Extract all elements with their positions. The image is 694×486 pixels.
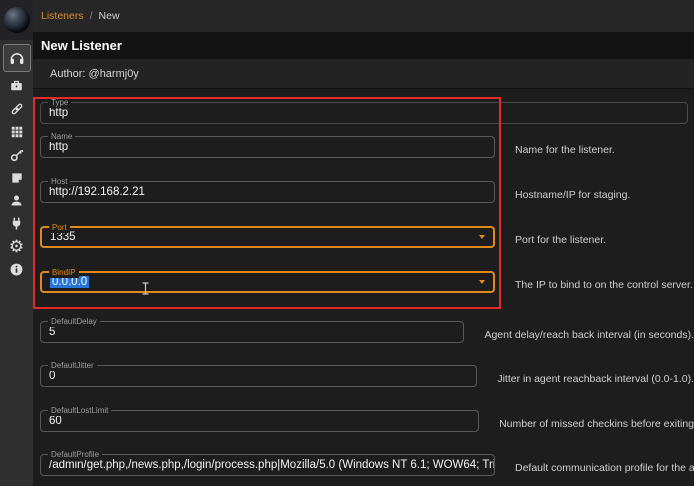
field-help-text: Name for the listener. xyxy=(515,135,615,180)
field-value: http xyxy=(41,137,494,157)
field-type[interactable]: Type http xyxy=(40,102,688,124)
sidebar-item-plugins[interactable] xyxy=(3,212,31,235)
field-bindip[interactable]: BindIP 0.0.0.0 xyxy=(40,271,495,293)
sidebar-item-reporting[interactable] xyxy=(3,166,31,189)
listener-form: Type http Name http Name for the listene… xyxy=(33,89,694,486)
field-help-text: Number of missed checkins before exiting xyxy=(499,409,694,453)
user-icon xyxy=(9,193,24,208)
field-label: Port xyxy=(49,223,70,233)
breadcrumb-current: New xyxy=(99,10,120,22)
field-help-text: Jitter in agent reachback interval (0.0-… xyxy=(497,364,694,409)
field-help-text: Agent delay/reach back interval (in seco… xyxy=(484,320,694,364)
headphones-icon xyxy=(8,49,26,67)
selected-text: 0.0.0.0 xyxy=(50,276,89,288)
gear-icon: ⚙ xyxy=(9,238,24,255)
field-label: Host xyxy=(48,177,70,187)
form-row: DefaultProfile /admin/get.php,/news.php,… xyxy=(40,453,694,486)
sidebar: ⚙ xyxy=(0,0,33,486)
sidebar-item-settings[interactable]: ⚙ xyxy=(3,235,31,258)
form-row: DefaultJitter 0 Jitter in agent reachbac… xyxy=(40,364,694,409)
link-icon xyxy=(9,101,25,117)
field-value: /admin/get.php,/news.php,/login/process.… xyxy=(41,455,494,475)
sidebar-item-stagers[interactable] xyxy=(3,97,31,120)
note-icon xyxy=(10,171,24,185)
field-value: 1335 xyxy=(42,228,493,246)
field-help-text: Hostname/IP for staging. xyxy=(515,180,630,225)
main-area: Listeners / New New Listener Author: @ha… xyxy=(33,0,694,486)
field-value: 0.0.0.0 xyxy=(42,273,493,291)
dropdown-caret-icon[interactable] xyxy=(479,280,485,284)
starkiller-logo-icon xyxy=(4,7,30,33)
form-row: Host http://192.168.2.21 Hostname/IP for… xyxy=(40,180,694,225)
grid-icon xyxy=(10,125,24,139)
field-label: DefaultDelay xyxy=(48,317,100,327)
field-defaultdelay[interactable]: DefaultDelay 5 xyxy=(40,321,464,343)
field-label: DefaultProfile xyxy=(48,450,102,460)
sidebar-nav: ⚙ xyxy=(0,40,33,281)
info-icon xyxy=(9,262,24,277)
field-port[interactable]: Port 1335 xyxy=(40,226,495,248)
field-defaultlostlimit[interactable]: DefaultLostLimit 60 xyxy=(40,410,479,432)
sidebar-item-users[interactable] xyxy=(3,189,31,212)
content: Author: @harmj0y Type http Name http Nam… xyxy=(33,59,694,486)
field-label: Name xyxy=(48,132,75,142)
breadcrumb-separator: / xyxy=(90,10,93,22)
sidebar-item-credentials[interactable] xyxy=(3,143,31,166)
field-value: 5 xyxy=(41,322,463,342)
sidebar-item-modules[interactable] xyxy=(3,120,31,143)
field-defaultprofile[interactable]: DefaultProfile /admin/get.php,/news.php,… xyxy=(40,454,495,476)
app-logo[interactable] xyxy=(0,0,33,40)
app-window: ⚙ Listeners / New New Listener Author: @… xyxy=(0,0,694,486)
field-value: http://192.168.2.21 xyxy=(41,182,494,202)
key-icon xyxy=(9,147,25,163)
field-value: http xyxy=(41,103,687,123)
briefcase-icon xyxy=(9,78,24,93)
field-name[interactable]: Name http xyxy=(40,136,495,158)
field-help-text: The IP to bind to on the control server. xyxy=(515,270,693,320)
page-title: New Listener xyxy=(41,38,122,53)
sidebar-item-listeners[interactable] xyxy=(3,44,31,72)
field-value: 0 xyxy=(41,366,476,386)
field-defaultjitter[interactable]: DefaultJitter 0 xyxy=(40,365,477,387)
sidebar-item-agents[interactable] xyxy=(3,74,31,97)
field-host[interactable]: Host http://192.168.2.21 xyxy=(40,181,495,203)
form-row: DefaultLostLimit 60 Number of missed che… xyxy=(40,409,694,453)
field-help-text: Port for the listener. xyxy=(515,225,606,270)
top-bar: Listeners / New xyxy=(33,0,694,32)
field-label: Type xyxy=(48,98,71,108)
title-bar: New Listener xyxy=(33,32,694,59)
author-text: Author: @harmj0y xyxy=(50,68,139,80)
form-row: BindIP 0.0.0.0 The IP to bind to on the … xyxy=(40,270,694,320)
form-row: DefaultDelay 5 Agent delay/reach back in… xyxy=(40,320,694,364)
sidebar-item-about[interactable] xyxy=(3,258,31,281)
plug-icon xyxy=(9,216,24,231)
breadcrumb-listeners-link[interactable]: Listeners xyxy=(41,10,84,22)
author-row: Author: @harmj0y xyxy=(33,59,694,89)
form-row: Name http Name for the listener. xyxy=(40,135,694,180)
form-row: Type http xyxy=(40,101,694,135)
field-help-text: Default communication profile for the ag… xyxy=(515,453,694,486)
dropdown-caret-icon[interactable] xyxy=(479,235,485,239)
field-label: BindIP xyxy=(49,268,79,278)
field-label: DefaultJitter xyxy=(48,361,97,371)
field-label: DefaultLostLimit xyxy=(48,406,111,416)
breadcrumb: Listeners / New xyxy=(41,10,120,22)
form-row: Port 1335 Port for the listener. xyxy=(40,225,694,270)
